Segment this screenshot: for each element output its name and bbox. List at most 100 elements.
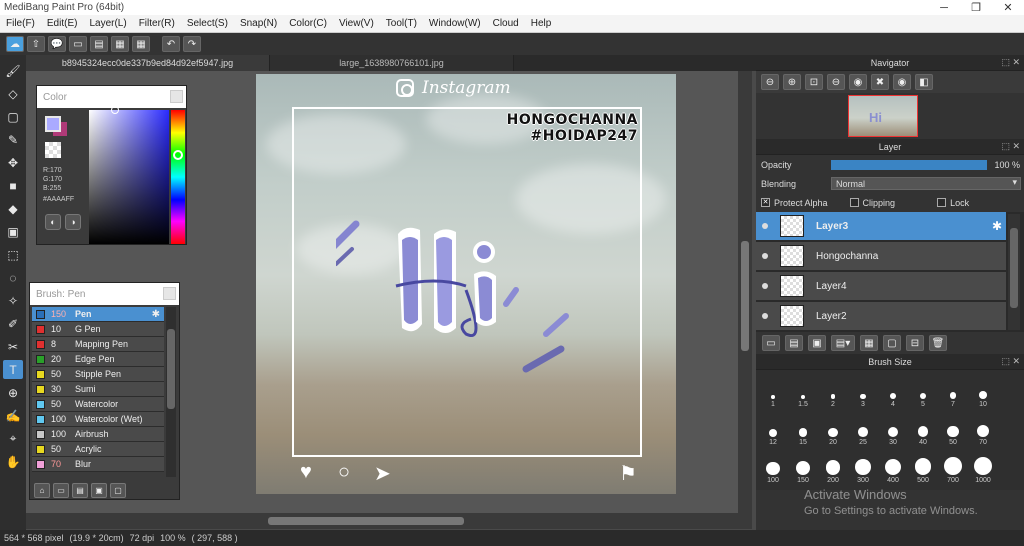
brush-size-option[interactable]: 100 [758,450,788,486]
page-list-icon[interactable]: ▤ [90,36,108,52]
brush-size-option[interactable]: 25 [848,412,878,448]
select-pen-icon[interactable]: ✐ [3,314,23,333]
menu-window[interactable]: Window(W) [423,18,487,29]
brush-size-option[interactable]: 15 [788,412,818,448]
visibility-icon[interactable] [762,283,768,289]
lock-option[interactable]: Lock [937,198,969,208]
protect-alpha-checkbox[interactable]: ✕ [761,198,770,207]
eraser-tool-icon[interactable]: ◇ [3,84,23,103]
brush-item[interactable]: 10 G Pen [32,322,164,337]
panel-collapse-button[interactable] [170,90,183,103]
rect-select-icon[interactable]: ⬚ [3,245,23,264]
brush-size-option[interactable]: 2 [818,374,848,410]
add-halftone-layer-icon[interactable]: ▤ [785,335,803,351]
menu-filter[interactable]: Filter(R) [133,18,181,29]
brush-size-option[interactable]: 40 [908,412,938,448]
undo-icon[interactable]: ↶ [162,36,180,52]
divide-tool-icon[interactable]: ✂ [3,337,23,356]
gradient-tool-icon[interactable]: ▣ [3,222,23,241]
brush-item[interactable]: 20 Edge Pen [32,352,164,367]
brush-item[interactable]: 8 Mapping Pen [32,337,164,352]
saturation-value-picker[interactable] [89,110,169,244]
layer-row[interactable]: Layer3 ✱ [756,212,1006,241]
copy-brush-icon[interactable]: ▢ [110,482,126,498]
bucket-tool-icon[interactable]: ◆ [3,199,23,218]
layer-row[interactable]: Layer4 [756,272,1006,301]
text-tool-icon[interactable]: T [3,360,23,379]
brush-item[interactable]: 30 Sumi [32,382,164,397]
menu-help[interactable]: Help [525,18,558,29]
comment-icon[interactable]: 💬 [48,36,66,52]
brush-size-option[interactable]: 1.5 [788,374,818,410]
add-brush-menu-icon[interactable]: ▤ [72,482,88,498]
copy-layer-icon[interactable]: ▢ [883,335,901,351]
canvas-vertical-scrollbar[interactable] [738,71,752,513]
brush-size-option[interactable]: 12 [758,412,788,448]
menu-select[interactable]: Select(S) [181,18,234,29]
brush-size-option[interactable]: 4 [878,374,908,410]
brush-size-option[interactable]: 5 [908,374,938,410]
brush-size-option[interactable]: 1 [758,374,788,410]
blending-select[interactable]: Normal [831,177,1022,190]
visibility-icon[interactable] [762,253,768,259]
brush-item[interactable]: 50 Acrylic [32,442,164,457]
tab-document-2[interactable]: large_1638980766101.jpg [270,55,514,71]
brush-size-option[interactable]: 70 [968,412,998,448]
brush-size-option[interactable]: 150 [788,450,818,486]
delete-layer-icon[interactable]: 🗑 [929,335,947,351]
grid-icon[interactable]: ▦ [111,36,129,52]
lasso-select-icon[interactable]: ◌ [3,268,23,287]
zoom-in-icon[interactable]: ⊕ [783,74,801,90]
clipping-checkbox[interactable] [849,198,859,207]
navigator-preview[interactable]: Hi [756,93,1024,139]
visibility-icon[interactable] [762,223,768,229]
layer-row[interactable]: Layer2 [756,302,1006,331]
line-tool-icon[interactable]: ✎ [3,130,23,149]
merge-down-icon[interactable]: ⊟ [906,335,924,351]
zoom-reset-icon[interactable]: ⊖ [827,74,845,90]
brush-size-option[interactable]: 400 [878,450,908,486]
redo-icon[interactable]: ↷ [183,36,201,52]
brush-settings-icon[interactable]: ✱ [152,309,160,320]
panel-window-icons[interactable]: ⬚ ✕ [1001,356,1020,367]
upload-icon[interactable]: ⇧ [27,36,45,52]
rotate-reset-icon[interactable]: ✖ [871,74,889,90]
cloud-icon[interactable]: ☁ [6,36,24,52]
scroll-thumb[interactable] [1010,228,1018,308]
lock-checkbox[interactable] [937,198,947,207]
zoom-out-icon[interactable]: ⊖ [761,74,779,90]
brush-cloud-icon[interactable]: ⌂ [34,482,50,498]
rotate-right-icon[interactable]: ◉ [893,74,911,90]
navigator-viewport[interactable]: Hi [848,95,918,137]
restore-button[interactable]: ❐ [960,1,992,14]
panel-window-icons[interactable]: ⬚ ✕ [1001,57,1020,68]
brush-item[interactable]: 150 Pen ✱ [32,307,164,322]
fill-rect-tool-icon[interactable]: ■ [3,176,23,195]
clipping-option[interactable]: Clipping [849,198,895,208]
panel-collapse-button[interactable] [163,287,176,300]
add-layer-icon[interactable]: ▭ [762,335,780,351]
hue-slider[interactable] [171,110,185,244]
pen-tool-icon[interactable]: ✍ [3,406,23,425]
menu-cloud[interactable]: Cloud [487,18,525,29]
brush-size-option[interactable]: 10 [968,374,998,410]
foreground-color-swatch[interactable] [45,116,61,132]
eyedropper-tool-icon[interactable]: ⌖ [3,429,23,448]
fit-icon[interactable]: ⊡ [805,74,823,90]
visibility-icon[interactable] [762,313,768,319]
menu-color[interactable]: Color(C) [283,18,333,29]
brush-size-option[interactable]: 700 [938,450,968,486]
protect-alpha-option[interactable]: ✕ Protect Alpha [761,198,828,208]
flip-icon[interactable]: ◧ [915,74,933,90]
add-brush-icon[interactable]: ▭ [53,482,69,498]
minimize-button[interactable]: ─ [928,2,960,14]
brush-folder-icon[interactable]: ▣ [91,482,107,498]
menu-edit[interactable]: Edit(E) [41,18,84,29]
layer-list-scrollbar[interactable] [1008,214,1020,330]
dot-tool-icon[interactable]: ▢ [3,107,23,126]
add-layer-menu-icon[interactable]: ▤▾ [831,335,855,351]
transparent-color-swatch[interactable] [45,142,61,158]
brush-size-option[interactable]: 50 [938,412,968,448]
panel-window-icons[interactable]: ⬚ ✕ [1001,141,1020,152]
menu-file[interactable]: File(F) [0,18,41,29]
